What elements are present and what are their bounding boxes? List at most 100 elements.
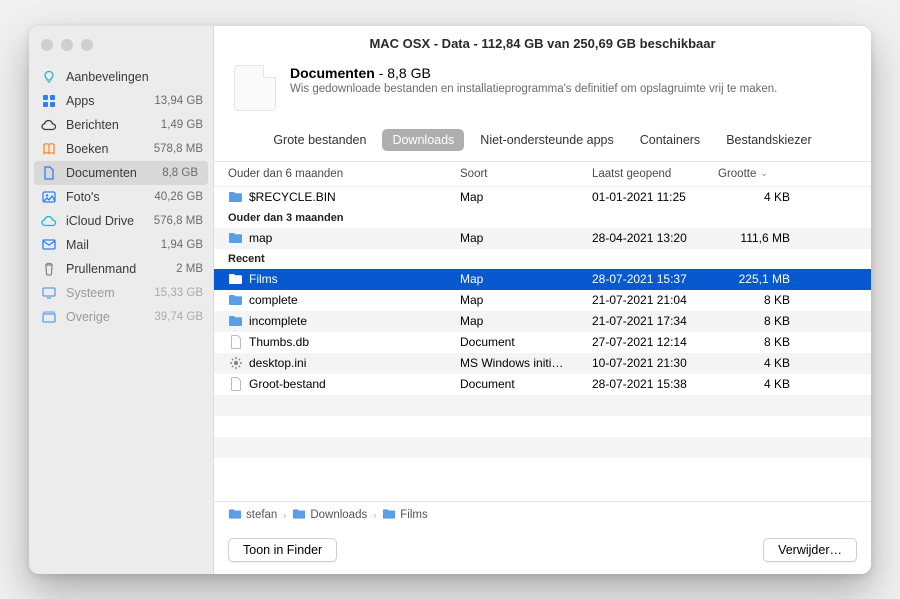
show-in-finder-button[interactable]: Toon in Finder: [228, 538, 337, 562]
tab-grote-bestanden[interactable]: Grote bestanden: [263, 129, 376, 151]
sidebar-item-label: Overige: [66, 310, 154, 324]
tab-bestandskiezer[interactable]: Bestandskiezer: [716, 129, 821, 151]
sidebar-item-aanbevelingen[interactable]: Aanbevelingen: [29, 65, 213, 89]
file-kind: Map: [460, 231, 592, 245]
sidebar-item-apps[interactable]: Apps 13,94 GB: [29, 89, 213, 113]
file-size: 111,6 MB: [718, 231, 802, 245]
file-size: 225,1 MB: [718, 272, 802, 286]
sidebar-item-size: 578,8 MB: [154, 143, 203, 155]
table-row[interactable]: Films Map 28-07-2021 15:37 225,1 MB: [214, 269, 871, 290]
sidebar: Aanbevelingen Apps 13,94 GB Berichten 1,…: [29, 26, 214, 574]
sidebar-item-label: Prullenmand: [66, 262, 176, 276]
sidebar-item-documenten[interactable]: Documenten 8,8 GB: [34, 161, 208, 185]
tab-niet-ondersteunde-apps[interactable]: Niet-ondersteunde apps: [470, 129, 623, 151]
breadcrumb-item[interactable]: stefan: [246, 509, 277, 521]
bulb-icon: [41, 69, 57, 85]
file-name: Thumbs.db: [249, 335, 309, 349]
sidebar-item-label: iCloud Drive: [66, 214, 154, 228]
file-opened: 28-07-2021 15:37: [592, 272, 718, 286]
sidebar-item-mail[interactable]: Mail 1,94 GB: [29, 233, 213, 257]
sidebar-item-size: 1,49 GB: [161, 119, 203, 131]
col-opened[interactable]: Laatst geopend: [592, 168, 718, 180]
file-list: $RECYCLE.BIN Map 01-01-2021 11:25 4 KBOu…: [214, 187, 871, 501]
sidebar-item-systeem[interactable]: Systeem 15,33 GB: [29, 281, 213, 305]
empty-rows: [214, 395, 871, 479]
sidebar-item-size: 1,94 GB: [161, 239, 203, 251]
file-size: 4 KB: [718, 377, 802, 391]
table-row[interactable]: desktop.ini MS Windows initi… 10-07-2021…: [214, 353, 871, 374]
column-headers: Ouder dan 6 maanden Soort Laatst geopend…: [214, 162, 871, 187]
tab-containers[interactable]: Containers: [630, 129, 710, 151]
sidebar-item-prullenmand[interactable]: Prullenmand 2 MB: [29, 257, 213, 281]
minimize-dot[interactable]: [61, 39, 73, 51]
folder-icon: [228, 508, 242, 522]
file-kind: Map: [460, 190, 592, 204]
window-controls: [29, 33, 213, 65]
zoom-dot[interactable]: [81, 39, 93, 51]
file-icon: [228, 377, 243, 392]
folder-icon: [382, 508, 396, 522]
chevron-down-icon: ⌄: [760, 168, 768, 179]
folder-icon: [292, 508, 306, 522]
col-size-label: Grootte: [718, 168, 756, 180]
tab-downloads[interactable]: Downloads: [382, 129, 464, 151]
file-kind: Map: [460, 272, 592, 286]
sidebar-item-overige[interactable]: Overige 39,74 GB: [29, 305, 213, 329]
sidebar-item-label: Boeken: [66, 142, 154, 156]
file-opened: 27-07-2021 12:14: [592, 335, 718, 349]
group-header: Ouder dan 3 maanden: [214, 208, 871, 228]
table-row[interactable]: map Map 28-04-2021 13:20 111,6 MB: [214, 228, 871, 249]
file-name: Films: [249, 272, 278, 286]
sidebar-item-label: Systeem: [66, 286, 154, 300]
summary-description: Wis gedownloade bestanden en installatie…: [290, 83, 777, 95]
sidebar-item-berichten[interactable]: Berichten 1,49 GB: [29, 113, 213, 137]
file-name: desktop.ini: [249, 356, 306, 370]
cloud-icon: [41, 117, 57, 133]
summary-title: Documenten - 8,8 GB: [290, 65, 777, 81]
file-kind: Document: [460, 335, 592, 349]
chevron-right-icon: ›: [371, 510, 378, 520]
window-title: MAC OSX - Data - 112,84 GB van 250,69 GB…: [214, 26, 871, 59]
folder-icon: [228, 231, 243, 246]
sidebar-item-label: Berichten: [66, 118, 161, 132]
file-opened: 21-07-2021 21:04: [592, 293, 718, 307]
sidebar-item-label: Apps: [66, 94, 154, 108]
sidebar-item-size: 8,8 GB: [162, 167, 198, 179]
other-icon: [41, 309, 57, 325]
table-row[interactable]: Thumbs.db Document 27-07-2021 12:14 8 KB: [214, 332, 871, 353]
storage-management-window: Aanbevelingen Apps 13,94 GB Berichten 1,…: [29, 26, 871, 574]
file-opened: 28-04-2021 13:20: [592, 231, 718, 245]
file-opened: 28-07-2021 15:38: [592, 377, 718, 391]
folder-icon: [228, 293, 243, 308]
breadcrumb-item[interactable]: Downloads: [310, 509, 367, 521]
table-row[interactable]: Groot-bestand Document 28-07-2021 15:38 …: [214, 374, 871, 395]
gear-icon: [228, 356, 243, 371]
folder-icon: [228, 272, 243, 287]
delete-button[interactable]: Verwijder…: [763, 538, 857, 562]
summary-block: Documenten - 8,8 GB Wis gedownloade best…: [214, 59, 871, 123]
file-opened: 10-07-2021 21:30: [592, 356, 718, 370]
sidebar-item-foto-s[interactable]: Foto's 40,26 GB: [29, 185, 213, 209]
table-row[interactable]: $RECYCLE.BIN Map 01-01-2021 11:25 4 KB: [214, 187, 871, 208]
file-opened: 21-07-2021 17:34: [592, 314, 718, 328]
sidebar-item-label: Aanbevelingen: [66, 70, 203, 84]
sidebar-item-boeken[interactable]: Boeken 578,8 MB: [29, 137, 213, 161]
col-size[interactable]: Grootte ⌄: [718, 168, 802, 180]
empty-row: [214, 416, 871, 437]
summary-title-text: Documenten: [290, 65, 375, 81]
breadcrumb-item[interactable]: Films: [400, 509, 427, 521]
table-row[interactable]: complete Map 21-07-2021 21:04 8 KB: [214, 290, 871, 311]
file-icon: [228, 335, 243, 350]
close-dot[interactable]: [41, 39, 53, 51]
sidebar-item-icloud-drive[interactable]: iCloud Drive 576,8 MB: [29, 209, 213, 233]
file-opened: 01-01-2021 11:25: [592, 190, 718, 204]
chevron-right-icon: ›: [281, 510, 288, 520]
file-name: complete: [249, 293, 298, 307]
col-name[interactable]: Ouder dan 6 maanden: [228, 168, 460, 180]
sidebar-item-label: Foto's: [66, 190, 154, 204]
file-size: 4 KB: [718, 356, 802, 370]
col-kind[interactable]: Soort: [460, 168, 592, 180]
table-row[interactable]: incomplete Map 21-07-2021 17:34 8 KB: [214, 311, 871, 332]
file-name: map: [249, 231, 272, 245]
file-name: Groot-bestand: [249, 377, 326, 391]
